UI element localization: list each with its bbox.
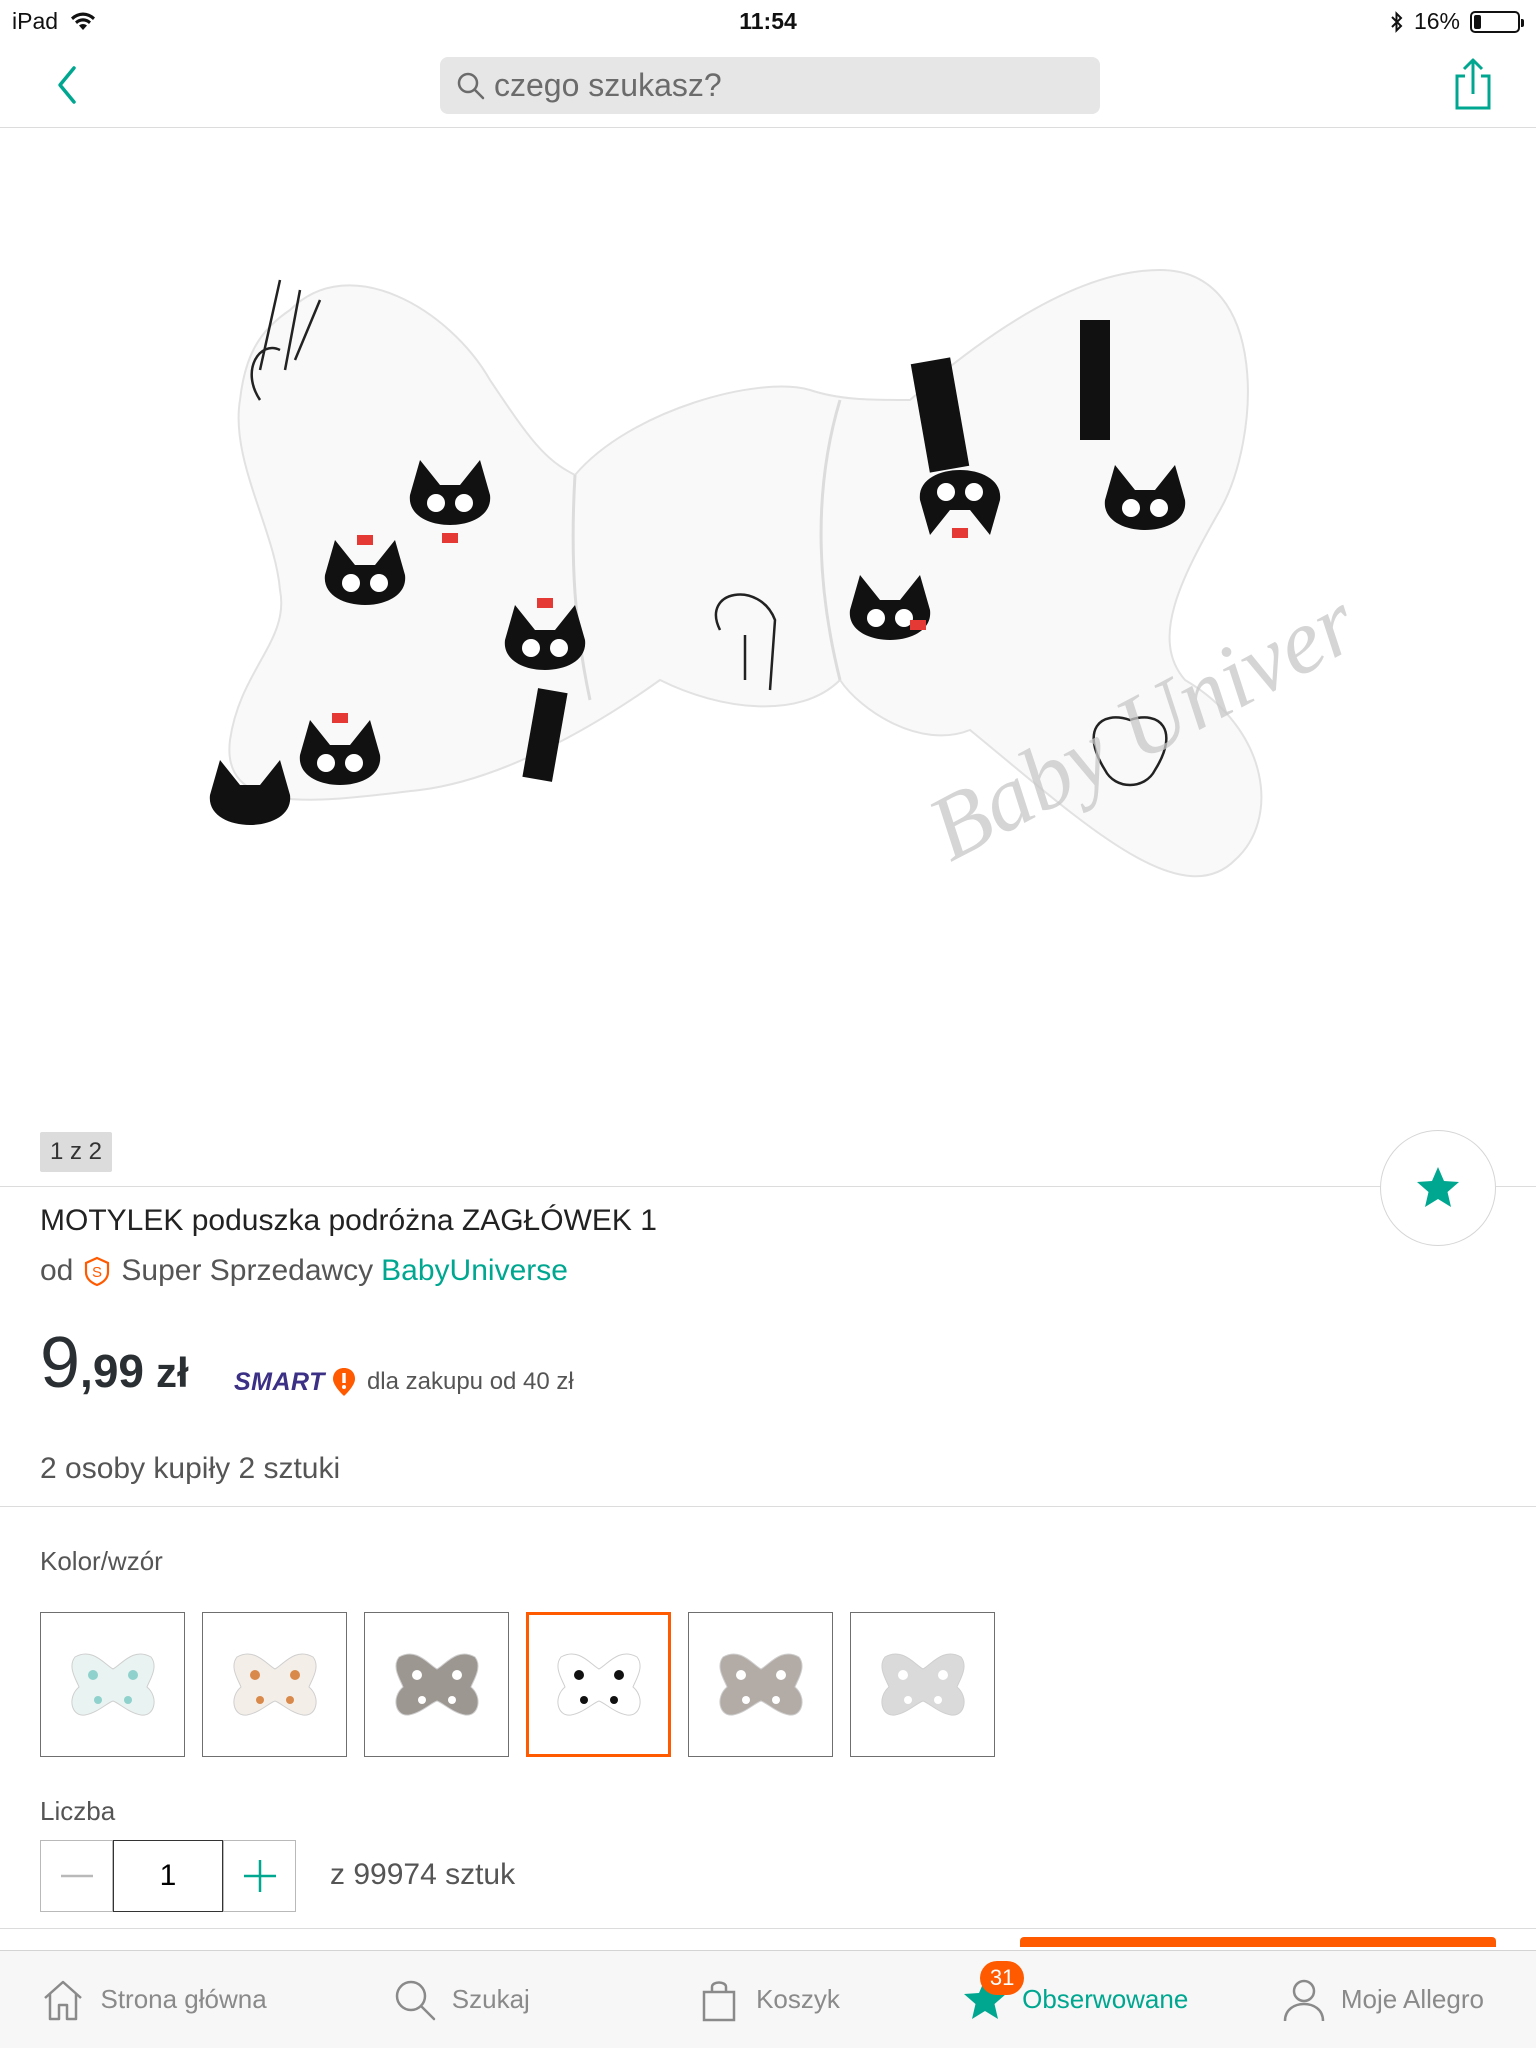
tab-label: Strona główna [100, 1984, 267, 2014]
price-decimal: ,99 [80, 1345, 144, 1397]
variant-thumbnail [394, 1653, 479, 1716]
smart-info[interactable]: SMART dla zakupu od 40 zł [234, 1366, 574, 1398]
home-icon [44, 1980, 83, 2020]
variant-tile-cats[interactable] [526, 1612, 671, 1757]
seller-badge-label: Super Sprzedawcy [121, 1254, 374, 1287]
tab-home[interactable]: Strona główna [0, 1951, 307, 2048]
smart-pin-icon [332, 1368, 355, 1396]
variant-thumbnail [718, 1653, 803, 1716]
product-image[interactable]: Baby Universe [200, 260, 1350, 1050]
battery-fill [1474, 14, 1481, 29]
search-icon [395, 1980, 436, 2020]
cat-body [1080, 320, 1110, 440]
plus-icon [243, 1860, 276, 1892]
tab-label: Moje Allegro [1340, 1984, 1484, 2014]
battery-percent: 16% [1413, 8, 1460, 34]
image-counter: 1 z 2 [40, 1132, 113, 1172]
status-time: 11:54 [739, 8, 797, 34]
variant-thumbnail [556, 1653, 641, 1716]
product-title: MOTYLEK poduszka podróżna ZAGŁÓWEK 1 [40, 1204, 657, 1237]
variant-thumbnail [70, 1653, 155, 1716]
star-icon [1417, 1167, 1459, 1207]
buyers-count: 2 osoby kupiły 2 sztuki [40, 1452, 341, 1485]
smart-note: dla zakupu od 40 zł [366, 1368, 574, 1395]
person-icon [1283, 1979, 1325, 2021]
smart-logo: SMART [234, 1367, 325, 1396]
search-input[interactable] [494, 67, 1074, 104]
divider [0, 1186, 1536, 1187]
search-icon [457, 72, 485, 99]
divider [0, 1928, 1536, 1929]
tab-label: Szukaj [451, 1984, 530, 2014]
minus-icon [60, 1874, 93, 1878]
quantity-label: Liczba [40, 1796, 116, 1826]
battery-icon [1470, 10, 1524, 33]
tab-label: Koszyk [756, 1984, 840, 2014]
variant-label: Kolor/wzór [40, 1546, 163, 1576]
seller-prefix: od [40, 1254, 74, 1287]
seller-name-link[interactable]: BabyUniverse [381, 1254, 568, 1288]
variant-tile-mint-clouds[interactable] [40, 1612, 185, 1757]
bag-icon [702, 1980, 736, 2021]
status-bar: iPad 11:54 16% [0, 0, 1536, 42]
price-currency: zł [156, 1349, 189, 1396]
tab-bar: Strona główna Szukaj Koszyk 31 Obserwowa… [0, 1950, 1536, 2048]
back-button[interactable] [50, 60, 90, 110]
variant-selector [40, 1612, 995, 1757]
tab-icon-wrapper: 31 [962, 1960, 1025, 2023]
search-bar[interactable] [440, 57, 1100, 114]
seller-line: od S Super Sprzedawcy BabyUniverse [40, 1254, 568, 1288]
chevron-left-icon [58, 66, 76, 104]
add-to-watched-button[interactable] [1380, 1130, 1496, 1246]
super-seller-badge-icon: S [85, 1256, 110, 1287]
svg-text:S: S [92, 1264, 102, 1281]
tab-my-allegro[interactable]: Moje Allegro [1229, 1951, 1536, 2048]
quantity-available: z 99974 sztuk [330, 1858, 516, 1891]
decrease-quantity-button[interactable] [40, 1840, 113, 1912]
buy-button[interactable] [1020, 1937, 1496, 1947]
increase-quantity-button[interactable] [223, 1840, 296, 1912]
variant-tile-foxes[interactable] [202, 1612, 347, 1757]
variant-thumbnail [232, 1653, 317, 1716]
battery-tip [1521, 18, 1524, 27]
quantity-stepper [40, 1840, 296, 1912]
tab-label: Obserwowane [1022, 1984, 1189, 2014]
tab-watched[interactable]: 31 Obserwowane [922, 1951, 1229, 2048]
tab-search[interactable]: Szukaj [307, 1951, 614, 2048]
price-integer: 9 [40, 1323, 81, 1403]
bluetooth-icon [1391, 10, 1403, 33]
share-button[interactable] [1450, 56, 1496, 114]
top-navigation-bar [0, 42, 1536, 128]
divider [0, 1506, 1536, 1507]
variant-thumbnail [880, 1653, 965, 1716]
variant-tile-grey-dots[interactable] [364, 1612, 509, 1757]
tab-cart[interactable]: Koszyk [614, 1951, 921, 2048]
share-icon [1455, 58, 1491, 110]
variant-tile-white-dots[interactable] [850, 1612, 995, 1757]
notification-badge: 31 [980, 1960, 1025, 1995]
price: 9 ,99 zł [40, 1322, 189, 1404]
status-right: 16% [1390, 8, 1524, 35]
quantity-input[interactable] [113, 1840, 223, 1912]
variant-tile-grey-owls[interactable] [688, 1612, 833, 1757]
